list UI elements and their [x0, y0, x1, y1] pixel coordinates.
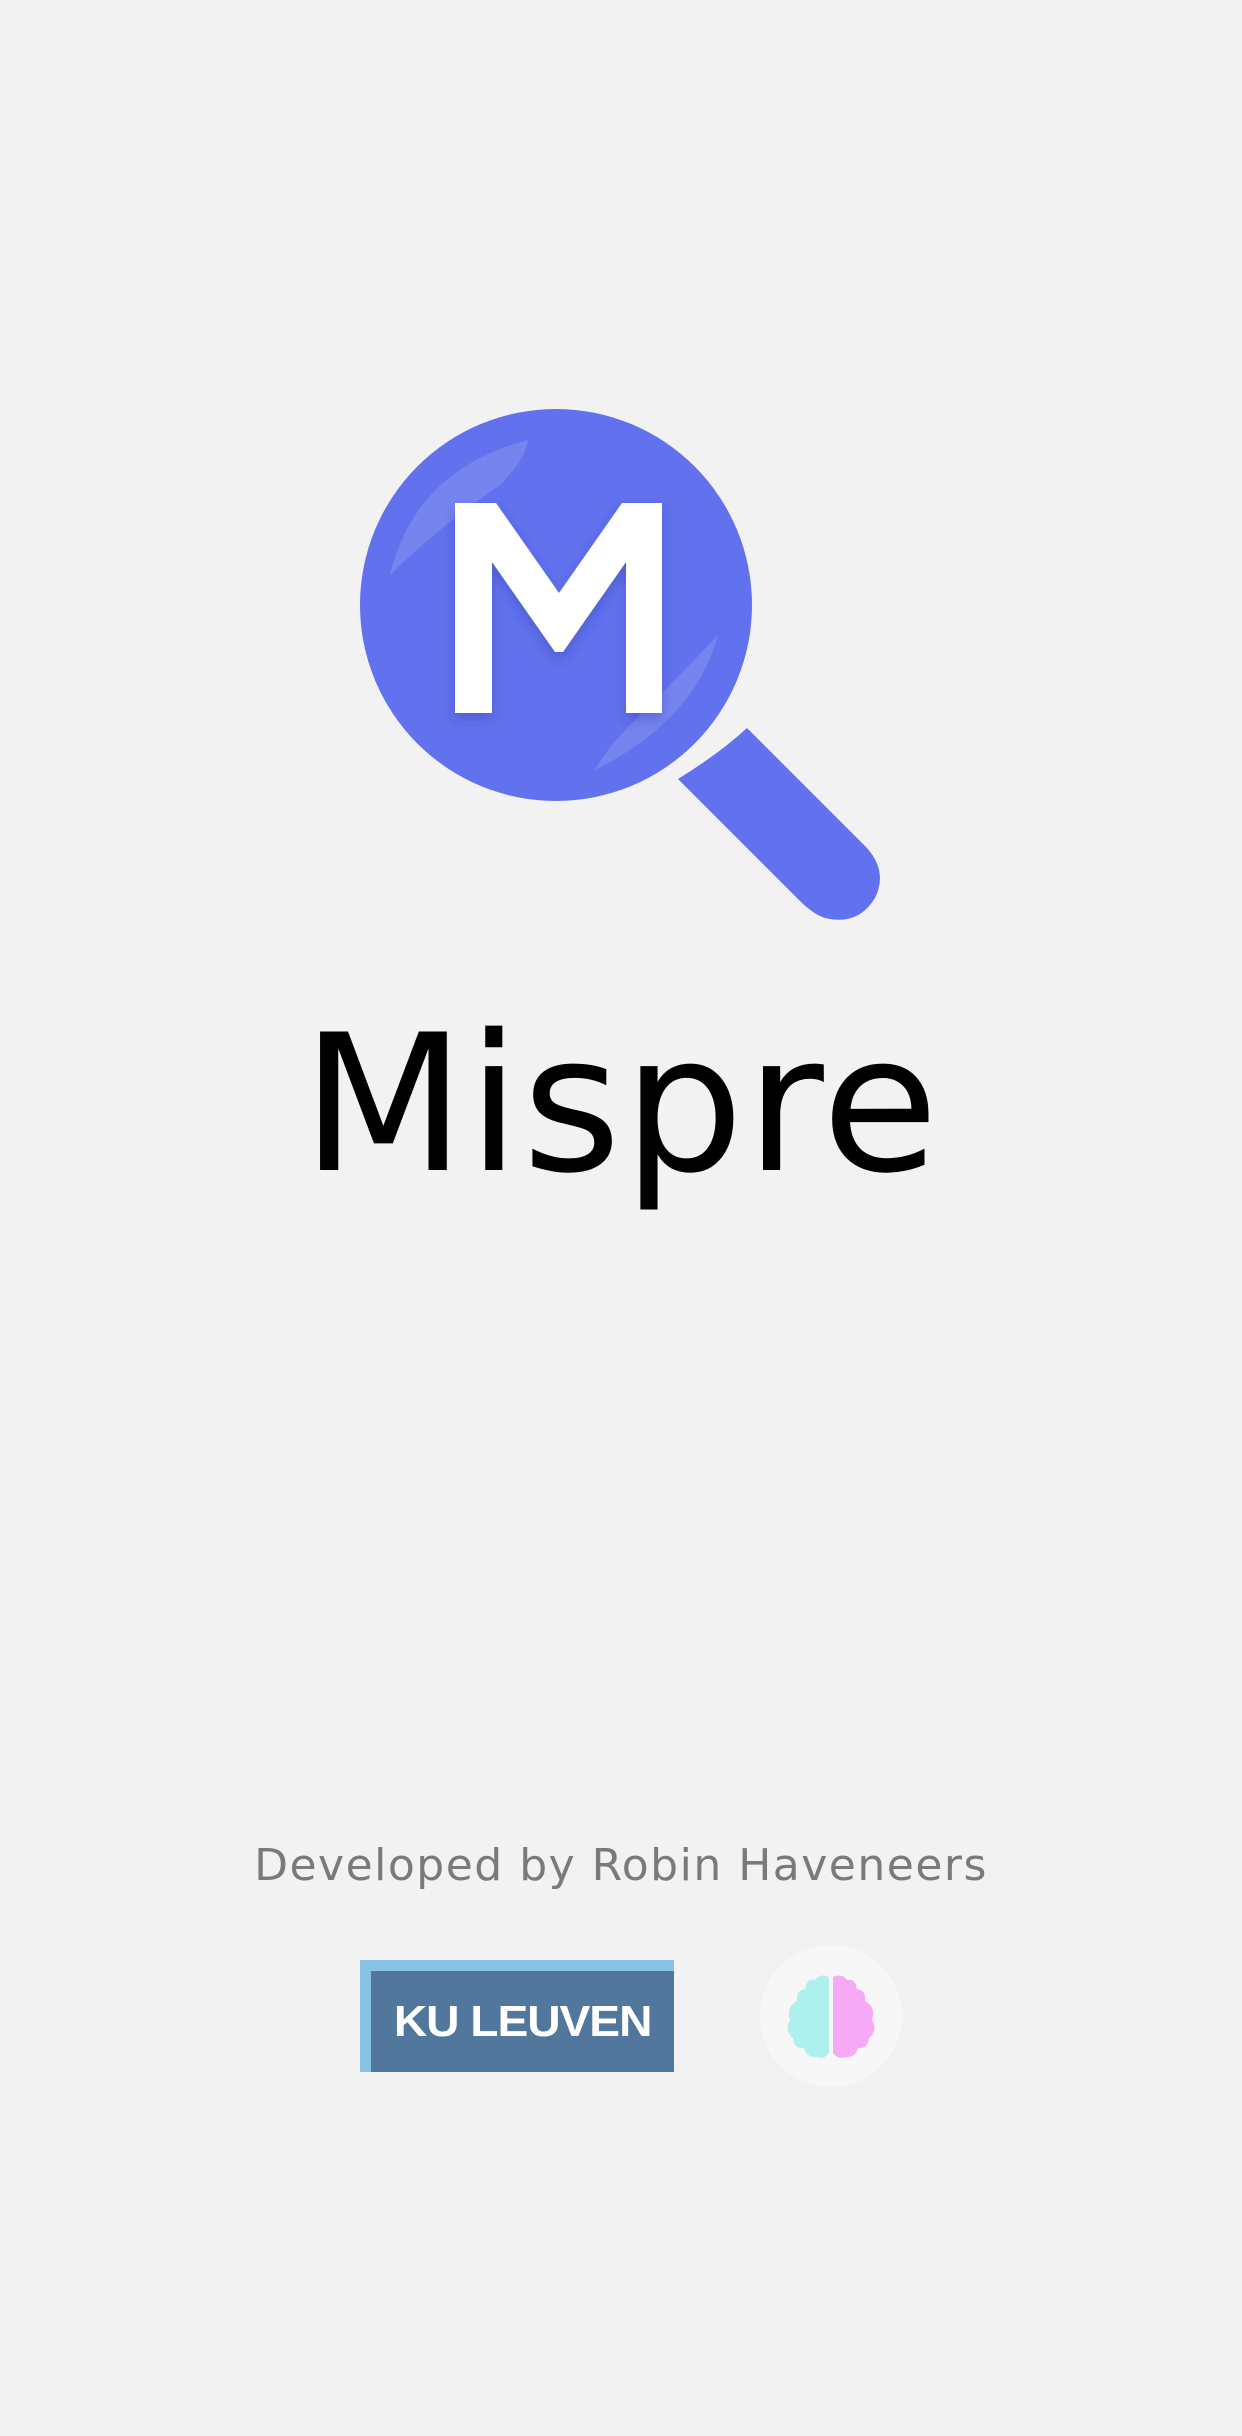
ku-leuven-logo: KU LEUVEN — [360, 1960, 674, 2072]
brain-icon — [760, 1945, 902, 2087]
splash-screen: Mispre Developed by Robin Haveneers KU L… — [0, 0, 1242, 2436]
developer-credit: Developed by Robin Haveneers — [254, 1840, 988, 1891]
magnifier-icon — [340, 390, 900, 950]
app-title: Mispre — [301, 994, 941, 1215]
ku-leuven-logo-text: KU LEUVEN — [393, 1996, 653, 2046]
partner-logos: KU LEUVEN — [0, 1945, 1242, 2090]
